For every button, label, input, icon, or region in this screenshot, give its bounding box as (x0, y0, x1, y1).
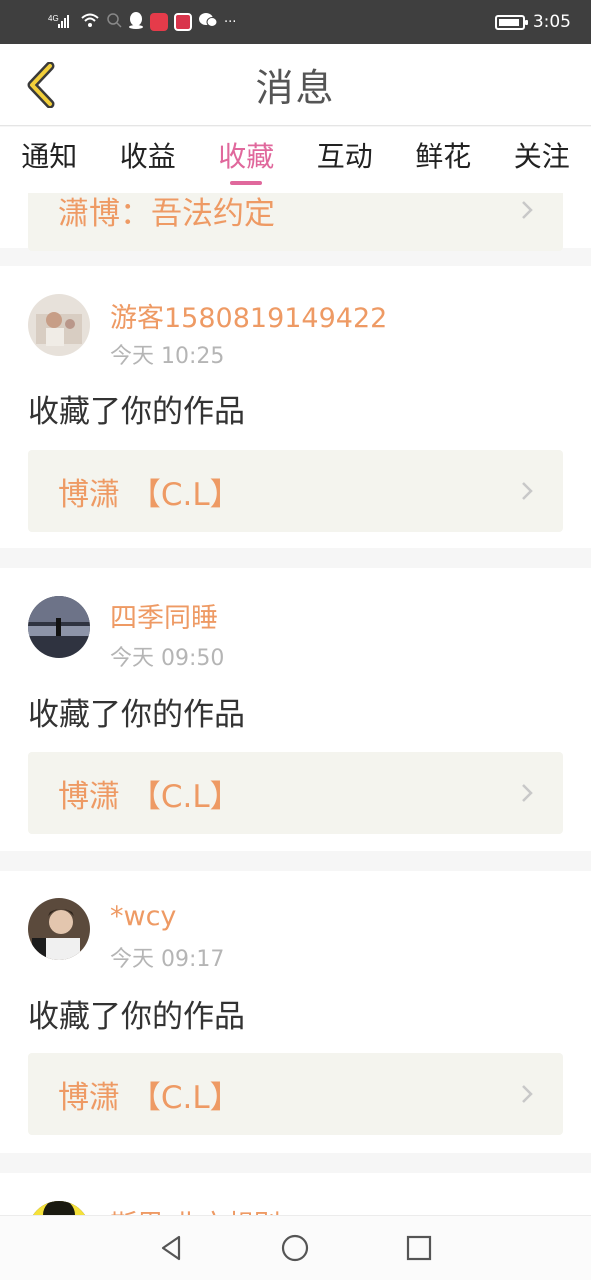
status-time: 3:05 (532, 12, 571, 32)
avatar[interactable] (28, 898, 90, 960)
system-nav-bar (0, 1215, 591, 1280)
username[interactable]: 四季同睡 (110, 596, 218, 635)
chevron-right-icon (522, 482, 533, 500)
search-icon (106, 12, 122, 32)
status-icons-right: 3:05 (494, 12, 571, 32)
chevron-left-icon (27, 62, 55, 108)
nav-recents-button[interactable] (399, 1228, 439, 1268)
chevron-right-icon (522, 1085, 533, 1103)
status-icons-left: 4G ··· (48, 11, 236, 33)
username[interactable]: 游客1580819149422 (110, 296, 387, 335)
signal-icon: 4G (48, 13, 74, 32)
header: 消息 (0, 44, 591, 126)
username[interactable]: 斯思·北方想别 (110, 1203, 281, 1215)
back-button[interactable] (14, 58, 68, 112)
message-card: 斯思·北方想别 (0, 1173, 591, 1215)
timestamp: 今天 09:17 (110, 947, 225, 972)
tab-favorites[interactable]: 收藏 (197, 127, 296, 193)
circle-home-icon (282, 1234, 309, 1262)
tab-flowers[interactable]: 鲜花 (394, 127, 493, 193)
message-card: 潇博：吾法约定 (0, 193, 591, 251)
app-icon (174, 13, 192, 31)
work-title: 潇博：吾法约定 (58, 195, 275, 232)
qq-icon (128, 11, 144, 33)
tab-following[interactable]: 关注 (493, 127, 591, 193)
app-icon (150, 13, 168, 31)
more-icon: ··· (224, 14, 237, 30)
page-title: 消息 (255, 66, 336, 110)
work-title: 博潇 【C.L】 (58, 476, 241, 513)
work-link[interactable]: 博潇 【C.L】 (28, 450, 563, 532)
chevron-right-icon (522, 784, 533, 802)
action-text: 收藏了你的作品 (28, 394, 245, 430)
triangle-back-icon (161, 1235, 180, 1261)
avatar[interactable] (28, 1201, 90, 1215)
username[interactable]: *wcy (110, 901, 176, 932)
battery-icon (494, 14, 528, 30)
wechat-icon (198, 12, 218, 32)
tab-bar: 通知 收益 收藏 互动 鲜花 关注 (0, 127, 591, 193)
tab-notifications[interactable]: 通知 (0, 127, 99, 193)
wifi-icon (80, 12, 100, 32)
chevron-right-icon (522, 201, 533, 219)
timestamp: 今天 10:25 (110, 344, 225, 369)
action-text: 收藏了你的作品 (28, 697, 245, 733)
action-text: 收藏了你的作品 (28, 999, 245, 1035)
message-feed[interactable]: 潇博：吾法约定 游客1580819149422 今天 10:25 收藏了你的作品… (0, 193, 591, 1215)
message-card: 四季同睡 今天 09:50 收藏了你的作品 博潇 【C.L】 (0, 568, 591, 851)
avatar[interactable] (28, 596, 90, 658)
nav-back-button[interactable] (152, 1228, 192, 1268)
work-link[interactable]: 潇博：吾法约定 (28, 193, 563, 251)
message-card: *wcy 今天 09:17 收藏了你的作品 博潇 【C.L】 (0, 871, 591, 1153)
work-link[interactable]: 博潇 【C.L】 (28, 1053, 563, 1135)
tab-earnings[interactable]: 收益 (99, 127, 198, 193)
message-card: 游客1580819149422 今天 10:25 收藏了你的作品 博潇 【C.L… (0, 266, 591, 548)
timestamp: 今天 09:50 (110, 646, 225, 671)
status-bar: 4G ··· 3:05 (0, 0, 591, 44)
work-link[interactable]: 博潇 【C.L】 (28, 752, 563, 834)
work-title: 博潇 【C.L】 (58, 1079, 241, 1116)
signal-label: 4G (48, 14, 59, 23)
nav-home-button[interactable] (275, 1228, 315, 1268)
work-title: 博潇 【C.L】 (58, 778, 241, 815)
avatar[interactable] (28, 294, 90, 356)
square-recents-icon (407, 1235, 432, 1261)
tab-interactions[interactable]: 互动 (296, 127, 395, 193)
